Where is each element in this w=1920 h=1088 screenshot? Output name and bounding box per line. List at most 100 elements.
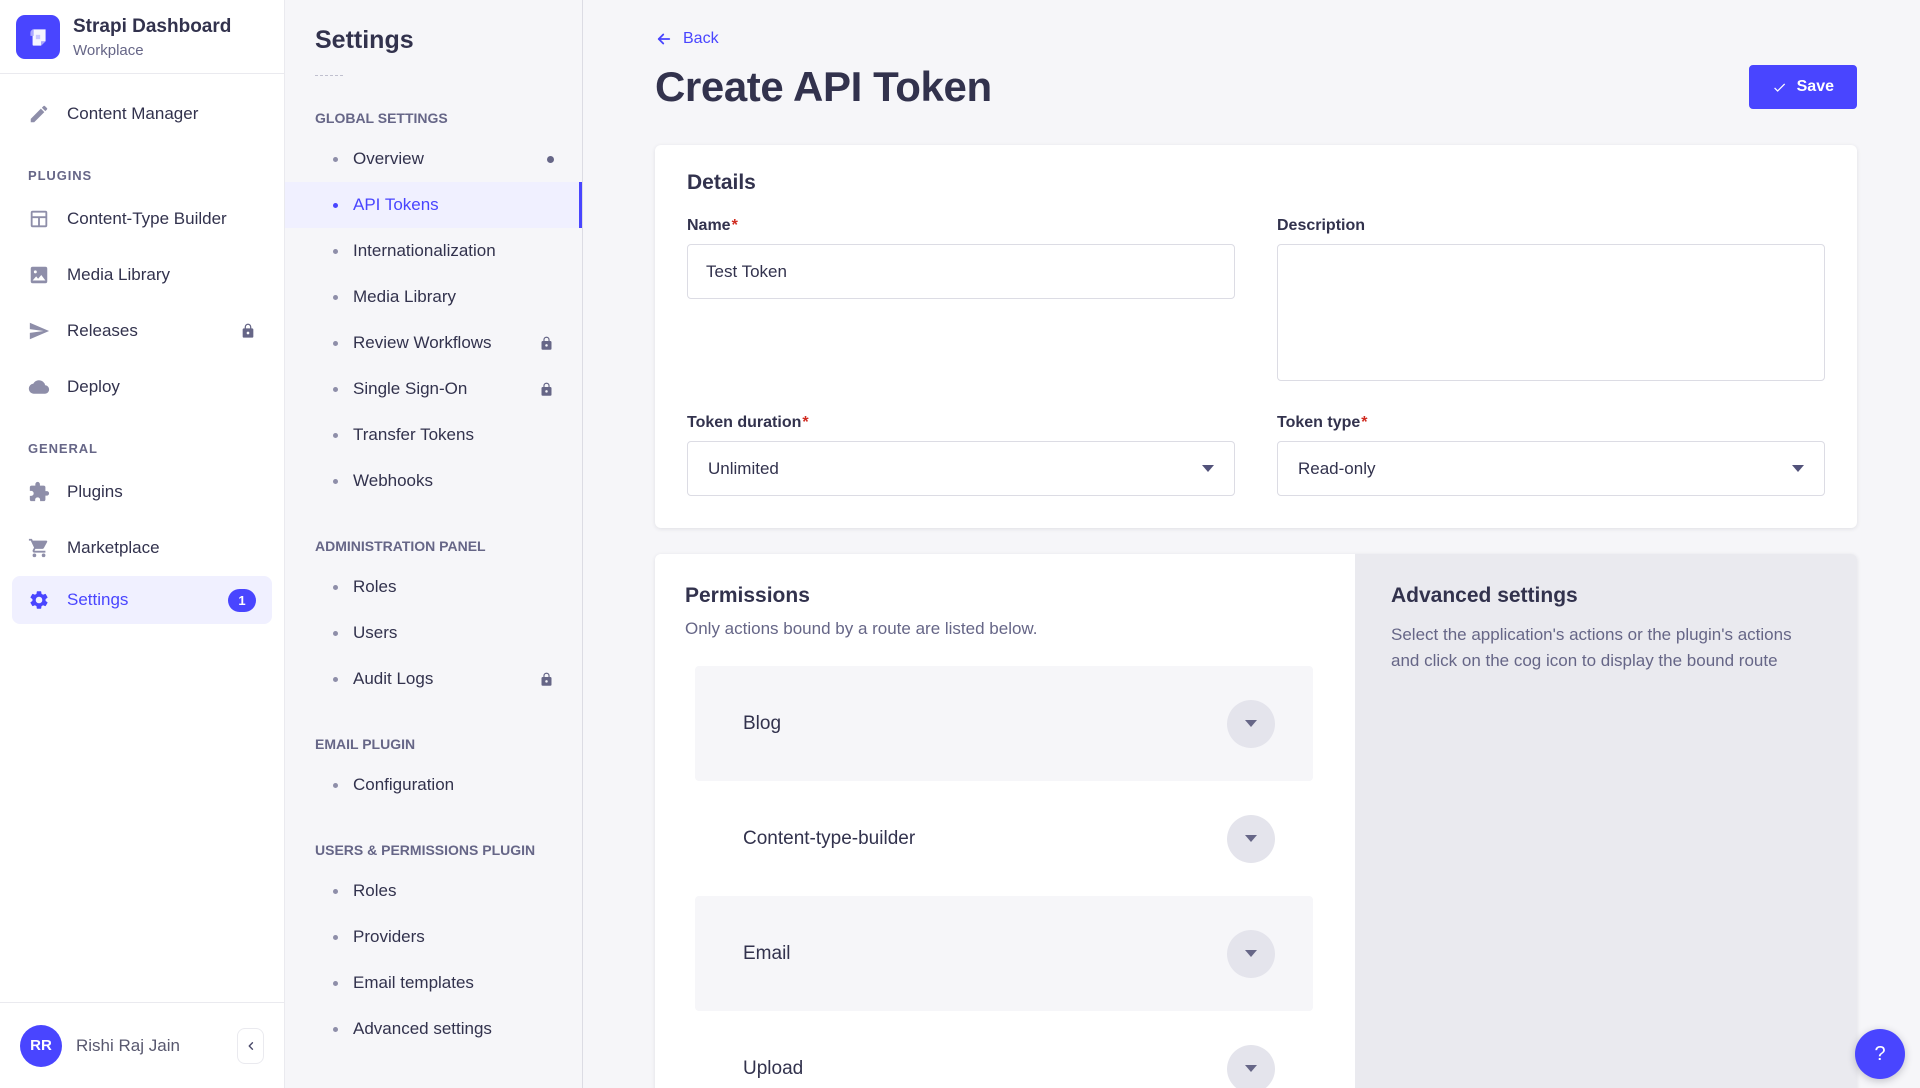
- main-content: Back Create API Token Save Details Name*…: [583, 0, 1920, 1088]
- main-sidebar: Strapi Dashboard Workplace Content Manag…: [0, 0, 285, 1088]
- nav-item-label: Marketplace: [67, 538, 160, 558]
- nav-item-plugins[interactable]: Plugins: [0, 464, 284, 520]
- bullet-dot: [333, 295, 338, 300]
- back-label: Back: [683, 30, 719, 48]
- token-duration-value: Unlimited: [708, 459, 779, 479]
- subnav-item-review-workflows[interactable]: Review Workflows: [285, 320, 582, 366]
- help-label: ?: [1874, 1043, 1885, 1066]
- subnav-item-configuration[interactable]: Configuration: [285, 762, 582, 808]
- accordion-toggle-button[interactable]: [1227, 700, 1275, 748]
- accordion-toggle-button[interactable]: [1227, 815, 1275, 863]
- subnav-item-label: Internationalization: [353, 241, 496, 261]
- token-type-select[interactable]: Read-only: [1277, 441, 1825, 496]
- token-duration-field-group: Token duration* Unlimited: [687, 414, 1235, 496]
- subnav-item-roles-up[interactable]: Roles: [285, 868, 582, 914]
- bullet-dot: [333, 935, 338, 940]
- subnav-title: Settings: [315, 26, 552, 55]
- divider: [315, 75, 343, 76]
- accordion-email[interactable]: Email: [695, 896, 1313, 1011]
- brand-title: Strapi Dashboard: [73, 16, 231, 38]
- notification-dot: [547, 156, 554, 163]
- subnav-item-overview[interactable]: Overview: [285, 136, 582, 182]
- nav-item-settings[interactable]: Settings 1: [12, 576, 272, 624]
- chevron-left-icon: [244, 1039, 258, 1053]
- back-link[interactable]: Back: [655, 30, 719, 48]
- accordion-toggle-button[interactable]: [1227, 1045, 1275, 1088]
- nav-item-content-manager[interactable]: Content Manager: [0, 86, 284, 142]
- accordion-label: Blog: [743, 713, 781, 735]
- help-button[interactable]: ?: [1855, 1029, 1905, 1079]
- required-asterisk: *: [732, 217, 738, 234]
- subnav-item-audit-logs[interactable]: Audit Logs: [285, 656, 582, 702]
- nav-item-content-type-builder[interactable]: Content-Type Builder: [0, 191, 284, 247]
- subnav-item-advanced-settings[interactable]: Advanced settings: [285, 1006, 582, 1052]
- accordion-label: Upload: [743, 1058, 803, 1080]
- required-asterisk: *: [802, 414, 808, 431]
- cloud-icon: [28, 376, 50, 398]
- nav-item-label: Content-Type Builder: [67, 209, 227, 229]
- settings-badge: 1: [228, 589, 256, 612]
- bullet-dot: [333, 387, 338, 392]
- bullet-dot: [333, 631, 338, 636]
- lock-icon: [240, 323, 256, 339]
- gear-icon: [28, 589, 50, 611]
- subnav-item-media-library[interactable]: Media Library: [285, 274, 582, 320]
- permissions-accordions: Blog Content-type-builder Email Upload: [695, 666, 1313, 1088]
- puzzle-icon: [28, 481, 50, 503]
- name-label-text: Name: [687, 217, 731, 234]
- bullet-dot: [333, 249, 338, 254]
- sidebar-footer: RR Rishi Raj Jain: [0, 1002, 284, 1088]
- name-label: Name*: [687, 217, 1235, 235]
- token-type-field-group: Token type* Read-only: [1277, 414, 1825, 496]
- description-field-group: Description: [1277, 217, 1825, 386]
- required-asterisk: *: [1361, 414, 1367, 431]
- bullet-dot: [333, 203, 338, 208]
- token-type-label-text: Token type: [1277, 414, 1360, 431]
- permissions-subtitle: Only actions bound by a route are listed…: [685, 619, 1325, 639]
- nav-item-label: Deploy: [67, 377, 120, 397]
- brand: Strapi Dashboard Workplace: [0, 0, 284, 73]
- layout-icon: [28, 208, 50, 230]
- permissions-panel: Permissions Only actions bound by a rout…: [655, 554, 1355, 1088]
- bullet-dot: [333, 889, 338, 894]
- nav-item-marketplace[interactable]: Marketplace: [0, 520, 284, 576]
- subnav-item-label: Webhooks: [353, 471, 433, 491]
- accordion-label: Content-type-builder: [743, 828, 915, 850]
- settings-subnav: Settings GLOBAL SETTINGS Overview API To…: [285, 0, 583, 1088]
- paper-plane-icon: [28, 320, 50, 342]
- description-textarea[interactable]: [1277, 244, 1825, 381]
- subnav-item-label: Configuration: [353, 775, 454, 795]
- subnav-item-label: Roles: [353, 881, 396, 901]
- nav-item-releases[interactable]: Releases: [0, 303, 284, 359]
- subnav-item-users[interactable]: Users: [285, 610, 582, 656]
- subnav-item-email-templates[interactable]: Email templates: [285, 960, 582, 1006]
- subnav-item-label: Single Sign-On: [353, 379, 467, 399]
- subnav-item-internationalization[interactable]: Internationalization: [285, 228, 582, 274]
- token-duration-label: Token duration*: [687, 414, 1235, 432]
- subnav-item-transfer-tokens[interactable]: Transfer Tokens: [285, 412, 582, 458]
- accordion-toggle-button[interactable]: [1227, 930, 1275, 978]
- accordion-upload[interactable]: Upload: [695, 1011, 1313, 1088]
- subnav-item-webhooks[interactable]: Webhooks: [285, 458, 582, 504]
- token-duration-select[interactable]: Unlimited: [687, 441, 1235, 496]
- accordion-blog[interactable]: Blog: [695, 666, 1313, 781]
- subnav-item-label: Transfer Tokens: [353, 425, 474, 445]
- nav-item-deploy[interactable]: Deploy: [0, 359, 284, 415]
- description-label: Description: [1277, 217, 1825, 235]
- cart-icon: [28, 537, 50, 559]
- subnav-item-roles-admin[interactable]: Roles: [285, 564, 582, 610]
- subnav-item-providers[interactable]: Providers: [285, 914, 582, 960]
- subnav-item-single-sign-on[interactable]: Single Sign-On: [285, 366, 582, 412]
- nav-item-media-library[interactable]: Media Library: [0, 247, 284, 303]
- advanced-settings-heading: Advanced settings: [1391, 584, 1821, 608]
- nav-item-label: Releases: [67, 321, 138, 341]
- subnav-item-api-tokens[interactable]: API Tokens: [285, 182, 582, 228]
- caret-down-icon: [1245, 950, 1257, 957]
- permissions-section: Permissions Only actions bound by a rout…: [655, 554, 1857, 1088]
- accordion-content-type-builder[interactable]: Content-type-builder: [695, 781, 1313, 896]
- save-button[interactable]: Save: [1749, 65, 1857, 109]
- name-input[interactable]: [687, 244, 1235, 299]
- collapse-sidebar-button[interactable]: [237, 1028, 264, 1064]
- subnav-item-label: Media Library: [353, 287, 456, 307]
- pen-icon: [28, 103, 50, 125]
